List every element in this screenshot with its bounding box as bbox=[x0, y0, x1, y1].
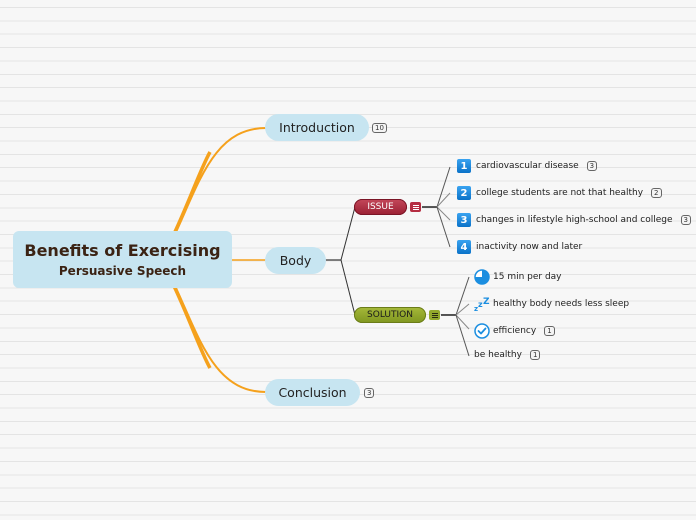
leaf-changes-in-lifestyle[interactable]: 3 changes in lifestyle high-school and c… bbox=[457, 213, 691, 227]
branch-conclusion-taper bbox=[172, 285, 212, 369]
svg-text:Z: Z bbox=[483, 297, 490, 307]
topic-introduction[interactable]: Introduction bbox=[265, 114, 369, 141]
leaf-label: cardiovascular disease bbox=[476, 161, 579, 171]
leaf-label: 15 min per day bbox=[493, 272, 562, 282]
leaf-label: be healthy bbox=[474, 350, 522, 360]
branch-conclusion bbox=[175, 287, 267, 393]
leaf-efficiency[interactable]: efficiency 1 bbox=[474, 323, 555, 339]
leaf-label: college students are not that healthy bbox=[476, 188, 644, 198]
central-topic[interactable]: Benefits of Exercising Persuasive Speech bbox=[13, 231, 232, 288]
check-circle-icon bbox=[474, 323, 490, 339]
note-count-badge[interactable]: 10 bbox=[372, 123, 387, 133]
branch-solution bbox=[340, 259, 356, 316]
leaf-label: healthy body needs less sleep bbox=[493, 299, 630, 309]
note-count-badge[interactable]: 3 bbox=[364, 388, 375, 398]
leaf-label: efficiency bbox=[493, 326, 537, 336]
topic-label: Conclusion bbox=[278, 385, 347, 400]
priority-2-icon: 2 bbox=[457, 186, 471, 200]
branch-introduction bbox=[175, 127, 267, 233]
central-topic-subtitle: Persuasive Speech bbox=[58, 263, 187, 278]
priority-1-icon: 1 bbox=[457, 159, 471, 173]
topic-conclusion[interactable]: Conclusion bbox=[265, 379, 360, 406]
notes-icon[interactable] bbox=[429, 310, 440, 320]
subtopic-label: SOLUTION bbox=[367, 310, 413, 320]
leaf-college-students[interactable]: 2 college students are not that healthy … bbox=[457, 186, 662, 200]
subtopic-label: ISSUE bbox=[367, 202, 394, 212]
subtopic-issue[interactable]: ISSUE bbox=[354, 199, 407, 215]
note-count-badge[interactable]: 1 bbox=[529, 350, 541, 360]
leaf-healthy-body-sleep[interactable]: z z Z healthy body needs less sleep bbox=[474, 296, 630, 312]
leaf-label: inactivity now and later bbox=[476, 242, 583, 252]
branch-issue bbox=[340, 206, 356, 261]
topic-label: Body bbox=[279, 253, 312, 268]
note-count-badge[interactable]: 2 bbox=[651, 188, 662, 198]
notes-icon[interactable] bbox=[410, 202, 421, 212]
note-count-badge[interactable]: 3 bbox=[680, 215, 691, 225]
leaf-be-healthy[interactable]: be healthy 1 bbox=[474, 348, 541, 362]
leaf-inactivity[interactable]: 4 inactivity now and later bbox=[457, 240, 582, 254]
priority-4-icon: 4 bbox=[457, 240, 471, 254]
branch-solution-4 bbox=[455, 314, 470, 357]
branch-introduction-taper bbox=[172, 151, 212, 235]
subtopic-solution[interactable]: SOLUTION bbox=[354, 307, 426, 323]
clock-quarter-icon bbox=[474, 269, 490, 285]
note-count-badge[interactable]: 3 bbox=[586, 161, 598, 171]
priority-3-icon: 3 bbox=[457, 213, 471, 227]
topic-body[interactable]: Body bbox=[265, 247, 326, 274]
leaf-label: changes in lifestyle high-school and col… bbox=[476, 215, 673, 225]
central-topic-title: Benefits of Exercising bbox=[24, 240, 221, 260]
leaf-cardiovascular-disease[interactable]: 1 cardiovascular disease 3 bbox=[457, 159, 598, 173]
branch-issue-1 bbox=[436, 166, 451, 208]
sleep-zzz-icon: z z Z bbox=[474, 296, 490, 312]
topic-label: Introduction bbox=[279, 120, 355, 135]
leaf-15-min-per-day[interactable]: 15 min per day bbox=[474, 269, 562, 285]
note-count-badge[interactable]: 1 bbox=[544, 326, 555, 336]
